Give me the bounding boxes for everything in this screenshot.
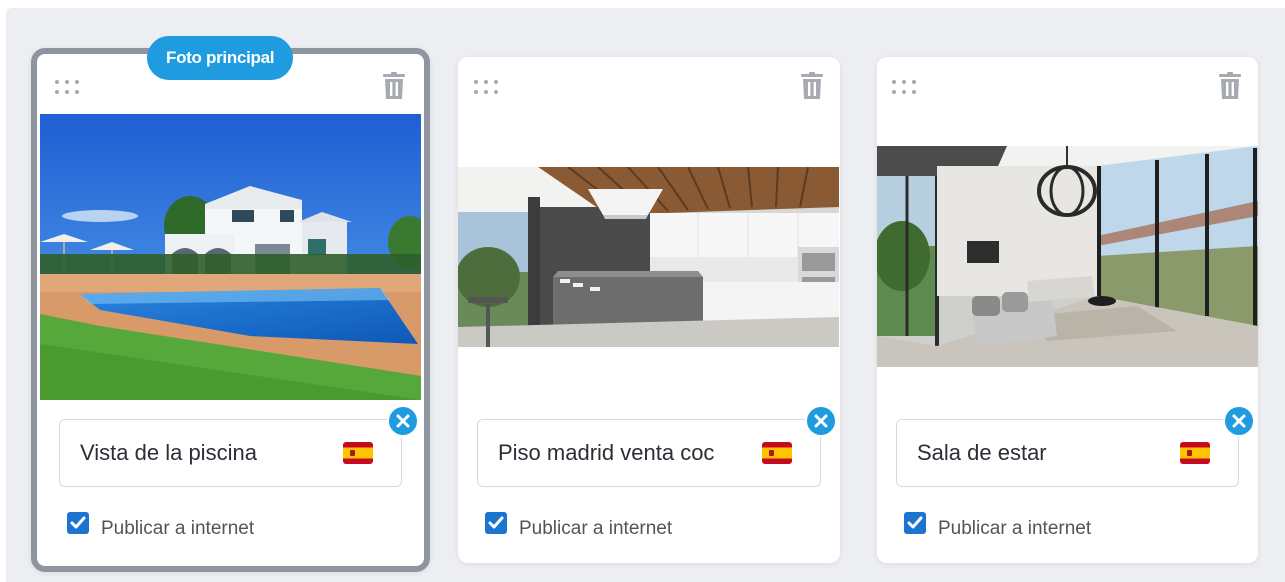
drag-handle-icon[interactable]	[55, 80, 85, 100]
trash-icon[interactable]	[382, 72, 406, 100]
photo-title-value[interactable]: Vista de la piscina	[80, 420, 360, 486]
photo-gallery-editor: Foto principal Vista de la piscina Publi…	[0, 0, 1285, 582]
checkbox-checked-icon[interactable]	[67, 512, 89, 534]
trash-icon[interactable]	[1218, 72, 1242, 100]
photo-title-field[interactable]: Piso madrid venta coc	[477, 419, 821, 487]
publish-label[interactable]: Publicar a internet	[938, 518, 1091, 540]
photo-title-value[interactable]: Piso madrid venta coc	[498, 420, 778, 486]
kitchen-photo[interactable]	[458, 167, 839, 347]
publish-label[interactable]: Publicar a internet	[519, 518, 672, 540]
main-photo-badge: Foto principal	[147, 36, 294, 80]
photo-title-field[interactable]: Sala de estar	[896, 419, 1239, 487]
trash-icon[interactable]	[800, 72, 824, 100]
spain-flag-icon[interactable]	[762, 442, 792, 464]
checkbox-checked-icon[interactable]	[485, 512, 507, 534]
photo-title-field[interactable]: Vista de la piscina	[59, 419, 402, 487]
checkbox-checked-icon[interactable]	[904, 512, 926, 534]
photo-title-value[interactable]: Sala de estar	[917, 420, 1197, 486]
pool-villa-photo[interactable]	[40, 114, 421, 400]
clear-x-icon[interactable]	[805, 405, 837, 437]
drag-handle-icon[interactable]	[474, 80, 504, 100]
spain-flag-icon[interactable]	[343, 442, 373, 464]
living-room-photo[interactable]	[877, 146, 1258, 367]
publish-label[interactable]: Publicar a internet	[101, 518, 254, 540]
clear-x-icon[interactable]	[387, 405, 419, 437]
spain-flag-icon[interactable]	[1180, 442, 1210, 464]
clear-x-icon[interactable]	[1223, 405, 1255, 437]
drag-handle-icon[interactable]	[892, 80, 922, 100]
